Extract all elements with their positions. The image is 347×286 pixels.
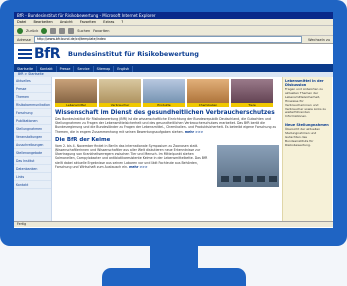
left-nav-item[interactable]: Publikationen bbox=[14, 117, 51, 125]
main-content: Lebensmittel Verbraucher Produkte Chemik… bbox=[52, 77, 282, 227]
left-nav-item[interactable]: Risikokommunikation bbox=[14, 101, 51, 109]
intro-body: Das Bundesinstitut für Risikobewertung (… bbox=[55, 117, 277, 134]
nav-item[interactable]: English bbox=[114, 66, 134, 72]
left-nav-item[interactable]: Links bbox=[14, 173, 51, 181]
left-nav-item[interactable]: Forschung bbox=[14, 109, 51, 117]
intro-text: Das Bundesinstitut für Risikobewertung (… bbox=[55, 117, 279, 134]
web-page: BfR Bundesinstitut für Risikobewertung S… bbox=[14, 44, 333, 227]
monitor: BfR - Bundesinstitut für Risikobewertung… bbox=[0, 0, 347, 286]
forward-icon[interactable] bbox=[41, 27, 48, 34]
topic-caption: Chemikalien bbox=[187, 103, 229, 107]
institute-name: Bundesinstitut für Risikobewertung bbox=[68, 50, 199, 58]
topic-image[interactable]: Tiere bbox=[231, 79, 273, 107]
topic-image[interactable]: Chemikalien bbox=[187, 79, 229, 107]
right-sidebar: Lebensmittel in der Diskussion Fragen un… bbox=[282, 77, 332, 227]
left-nav-item[interactable]: Ausschreibungen bbox=[14, 141, 51, 149]
left-nav-item[interactable]: Veranstaltungen bbox=[14, 133, 51, 141]
menu-item[interactable]: Favoriten bbox=[80, 20, 96, 24]
left-nav-item[interactable]: Themen bbox=[14, 93, 51, 101]
left-nav-item[interactable]: Stellenangebote bbox=[14, 149, 51, 157]
refresh-icon[interactable] bbox=[59, 27, 66, 34]
topic-image[interactable]: Produkte bbox=[143, 79, 185, 107]
menu-item[interactable]: ? bbox=[121, 20, 123, 24]
stop-icon[interactable] bbox=[50, 27, 57, 34]
nav-item[interactable]: Presse bbox=[57, 66, 75, 72]
left-nav-item[interactable]: Kontakt bbox=[14, 181, 51, 189]
menu-bar: Datei Bearbeiten Ansicht Favoriten Extra… bbox=[14, 19, 333, 26]
back-label[interactable]: Zurück bbox=[26, 29, 38, 33]
address-input[interactable]: http://www.bfr.bund.de/cd/template/index bbox=[33, 36, 303, 43]
monitor-stand-neck bbox=[150, 246, 198, 268]
nav-item[interactable]: Sitemap bbox=[94, 66, 115, 72]
site-logo[interactable]: BfR bbox=[34, 46, 61, 62]
menu-item[interactable]: Ansicht bbox=[60, 20, 73, 24]
topic-caption: Tiere bbox=[231, 103, 273, 107]
left-nav-item[interactable]: Datenbanken bbox=[14, 165, 51, 173]
menu-item[interactable]: Extras bbox=[103, 20, 114, 24]
left-nav-item[interactable]: Aktuelles bbox=[14, 77, 51, 85]
sidebar-box-text: Fragen und Antworten zu aktuellen Themen… bbox=[285, 87, 326, 119]
go-button[interactable]: Wechseln zu bbox=[305, 38, 333, 42]
sidebar-box-text: Übersicht der aktuellen Stellungnahmen u… bbox=[285, 127, 321, 147]
left-navigation: Aktuelles Presse Themen Risikokommunikat… bbox=[14, 77, 52, 227]
browser-toolbar: Zurück Suchen Favoriten bbox=[14, 26, 333, 36]
browser-window: BfR - Bundesinstitut für Risikobewertung… bbox=[14, 12, 333, 228]
window-title: BfR - Bundesinstitut für Risikobewertung… bbox=[14, 12, 333, 19]
address-bar: Adresse http://www.bfr.bund.de/cd/templa… bbox=[14, 36, 333, 44]
topic-caption: Produkte bbox=[143, 103, 185, 107]
search-button[interactable]: Suchen bbox=[77, 29, 90, 33]
page-headline: Wissenschaft im Dienst des gesundheitlic… bbox=[55, 110, 275, 116]
nav-item[interactable]: Service bbox=[74, 66, 94, 72]
logo-stripes-icon bbox=[18, 48, 32, 60]
sidebar-box-title[interactable]: Lebensmittel in der Diskussion bbox=[285, 79, 330, 87]
status-bar: Fertig bbox=[14, 221, 333, 227]
favorites-button[interactable]: Favoriten bbox=[93, 29, 109, 33]
topic-caption: Verbraucher bbox=[99, 103, 141, 107]
topic-caption: Lebensmittel bbox=[55, 103, 97, 107]
topic-image[interactable]: Lebensmittel bbox=[55, 79, 97, 107]
topic-image[interactable]: Verbraucher bbox=[99, 79, 141, 107]
address-label: Adresse bbox=[17, 37, 31, 42]
back-icon[interactable] bbox=[17, 27, 23, 34]
monitor-stand-base bbox=[102, 268, 246, 286]
left-nav-item[interactable]: Das Institut bbox=[14, 157, 51, 165]
section-more-link[interactable]: mehr >>> bbox=[129, 165, 147, 169]
site-header: BfR Bundesinstitut für Risikobewertung bbox=[14, 44, 333, 66]
section-title: Die BfR der Keime bbox=[55, 136, 111, 143]
home-icon[interactable] bbox=[68, 27, 75, 34]
menu-item[interactable]: Datei bbox=[17, 20, 26, 24]
menu-item[interactable]: Bearbeiten bbox=[33, 20, 52, 24]
left-nav-item[interactable]: Stellungnahmen bbox=[14, 125, 51, 133]
conference-photo bbox=[217, 144, 279, 187]
intro-more-link[interactable]: mehr >>> bbox=[185, 130, 203, 134]
left-nav-item[interactable]: Presse bbox=[14, 85, 51, 93]
topic-banner: Lebensmittel Verbraucher Produkte Chemik… bbox=[55, 79, 279, 107]
